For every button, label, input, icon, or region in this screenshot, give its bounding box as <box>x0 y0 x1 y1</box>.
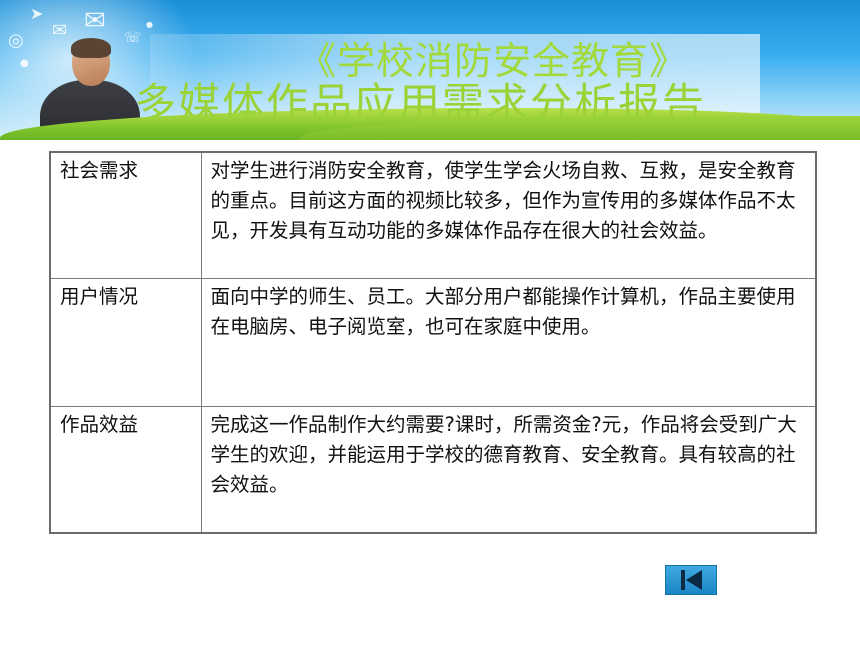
row-content: 完成这一作品制作大约需要?课时，所需资金?元，作品将会受到广大学生的欢迎，并能运… <box>200 405 817 534</box>
person-hair <box>71 38 111 58</box>
row-label: 用户情况 <box>49 277 202 407</box>
row-label: 社会需求 <box>49 151 202 279</box>
envelope-icon: ✉ <box>52 20 68 41</box>
globe-icon: ◎ <box>8 30 24 51</box>
skip-back-icon <box>680 570 685 590</box>
requirements-table: 社会需求 对学生进行消防安全教育，使学生学会火场自救、互救，是安全教育的重点。目… <box>49 151 817 534</box>
row-label: 作品效益 <box>49 405 202 534</box>
envelope-icon: ✉ <box>84 6 106 36</box>
row-content: 对学生进行消防安全教育，使学生学会火场自救、互救，是安全教育的重点。目前这方面的… <box>200 151 817 279</box>
skip-back-button[interactable] <box>665 565 717 595</box>
page-title-line2: 多媒体作品应用需求分析报告 <box>134 79 707 128</box>
header-banner: ✉ ✉ ◎ ➤ ☏ ● ● 《学校消防安全教育》 多媒体作品应用需求分析报告 <box>0 0 860 140</box>
row-content: 面向中学的师生、员工。大部分用户都能操作计算机，作品主要使用在电脑房、电子阅览室… <box>200 277 817 407</box>
table-row: 用户情况 面向中学的师生、员工。大部分用户都能操作计算机，作品主要使用在电脑房、… <box>49 277 817 407</box>
dot-icon: ● <box>146 20 153 29</box>
skip-back-icon <box>685 570 702 590</box>
table-row: 作品效益 完成这一作品制作大约需要?课时，所需资金?元，作品将会受到广大学生的欢… <box>49 405 817 534</box>
table-row: 社会需求 对学生进行消防安全教育，使学生学会火场自救、互救，是安全教育的重点。目… <box>49 151 817 279</box>
arrow-icon: ➤ <box>30 4 44 23</box>
dot-icon: ● <box>20 58 29 69</box>
